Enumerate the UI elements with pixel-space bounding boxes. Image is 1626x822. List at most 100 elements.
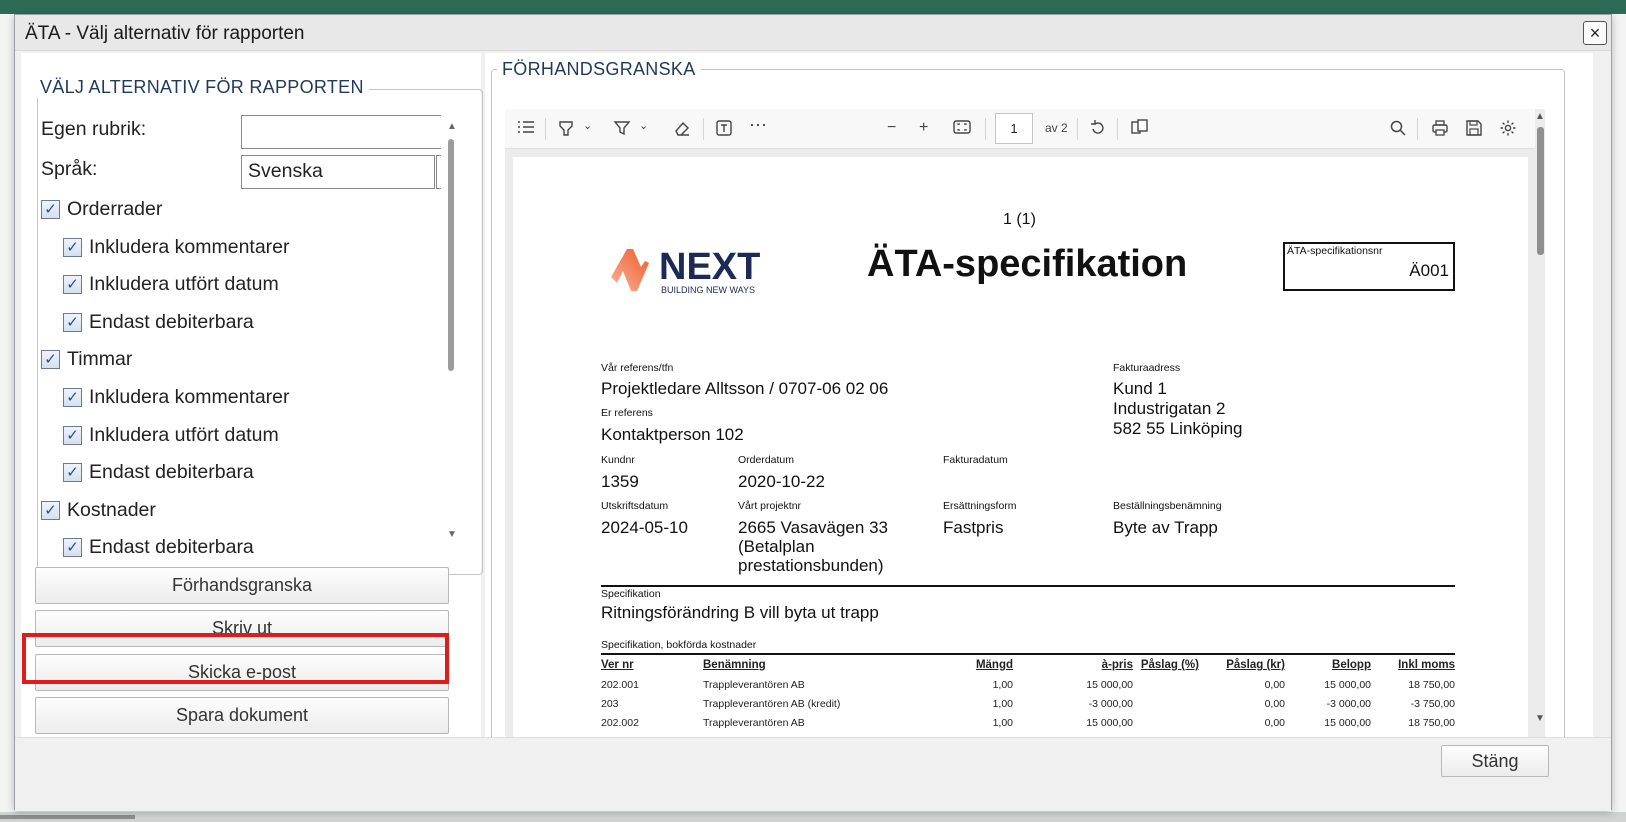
project-value-line3: prestationsbunden): [738, 556, 884, 575]
checkbox[interactable]: ✓: [41, 200, 60, 219]
table-cell: 15 000,00: [1324, 717, 1371, 729]
scroll-up-icon[interactable]: ▲: [1535, 111, 1545, 122]
eraser-icon[interactable]: [673, 119, 691, 142]
rotate-icon[interactable]: [1089, 119, 1107, 142]
table-cell: -3 000,00: [1088, 698, 1133, 710]
print-icon[interactable]: [1431, 119, 1449, 142]
table-cell: 202.001: [601, 679, 639, 691]
specification-label: Specifikation: [601, 588, 661, 600]
save-document-button[interactable]: Spara dokument: [35, 697, 449, 734]
print-date-label: Utskriftsdatum: [601, 500, 669, 512]
app-header-bar: [0, 0, 1626, 14]
options-scrollbar[interactable]: ▲ ▼: [445, 121, 457, 540]
zoom-in-icon[interactable]: +: [919, 119, 928, 137]
option-label: Inkludera utfört datum: [89, 273, 279, 296]
scroll-down-icon[interactable]: ▼: [1535, 713, 1545, 724]
email-button-highlight: [22, 633, 449, 684]
table-cell: Trappleverantören AB (kredit): [703, 698, 841, 710]
scroll-thumb[interactable]: [448, 139, 454, 371]
option-row[interactable]: ✓ Kostnader: [41, 499, 421, 525]
search-icon[interactable]: [1389, 119, 1407, 142]
table-cell: 0,00: [1264, 717, 1285, 729]
option-row[interactable]: ✓ Orderrader: [41, 198, 421, 224]
table-cell: 0,00: [1264, 679, 1285, 691]
pdf-scrollbar[interactable]: ▲ ▼: [1535, 109, 1545, 741]
close-button[interactable]: Stäng: [1441, 745, 1549, 777]
language-select[interactable]: Svenska: [241, 155, 435, 189]
report-options-dialog: ÄTA - Välj alternativ för rapporten × VÄ…: [14, 14, 1612, 811]
option-row[interactable]: ✓ Inkludera kommentarer: [63, 236, 441, 262]
checkbox[interactable]: ✓: [41, 350, 60, 370]
table-cell: -3 750,00: [1410, 698, 1455, 710]
save-icon[interactable]: [1465, 119, 1483, 142]
highlight-icon[interactable]: [557, 119, 575, 142]
list-icon[interactable]: [517, 119, 535, 140]
table-cell: Trappleverantören AB: [703, 717, 805, 729]
option-row[interactable]: ✓ Endast debiterbara: [63, 461, 441, 487]
filter-icon[interactable]: [613, 119, 631, 142]
customer-no-label: Kundnr: [601, 454, 635, 466]
dialog-title: ÄTA - Välj alternativ för rapporten: [25, 23, 305, 44]
table-cell: 18 750,00: [1408, 717, 1455, 729]
scroll-up-icon[interactable]: ▲: [447, 121, 457, 132]
option-row[interactable]: ✓ Endast debiterbara: [63, 311, 441, 337]
logo-tagline: BUILDING NEW WAYS: [661, 285, 755, 295]
table-header: Belopp: [1332, 659, 1371, 671]
next-logo-icon: NEXT BUILDING NEW WAYS: [611, 246, 760, 295]
more-icon[interactable]: ⋯: [749, 115, 767, 136]
page-view-icon[interactable]: [1131, 119, 1149, 140]
spec-number-box: ÄTA-specifikationsnr Ä001: [1283, 242, 1455, 291]
table-cell: 202.002: [601, 717, 639, 729]
table-cell: 203: [601, 698, 619, 710]
settings-icon[interactable]: [1499, 119, 1517, 142]
checkbox[interactable]: ✓: [41, 500, 60, 520]
table-cell: 15 000,00: [1086, 679, 1133, 691]
page-number-input[interactable]: 1: [995, 113, 1033, 144]
checkbox[interactable]: ✓: [63, 425, 82, 445]
dialog-footer: [15, 737, 1611, 811]
checkbox[interactable]: ✓: [63, 275, 82, 295]
order-date-label: Orderdatum: [738, 454, 795, 466]
checkbox[interactable]: ✓: [63, 237, 82, 257]
table-header: Mängd: [975, 659, 1013, 671]
table-cell: 1,00: [992, 679, 1013, 691]
scroll-down-icon[interactable]: ▼: [447, 529, 457, 540]
table-cell: 1,00: [992, 717, 1013, 729]
option-label: Orderrader: [67, 198, 163, 220]
checkbox[interactable]: ✓: [63, 538, 82, 558]
our-ref-label: Vår referens/tfn: [601, 362, 674, 374]
table-header: Påslag (%): [1140, 659, 1199, 671]
table-cell: Trappleverantören AB: [703, 679, 805, 691]
option-label: Kostnader: [67, 498, 156, 521]
chevron-down-icon[interactable]: [436, 155, 441, 189]
checkbox[interactable]: ✓: [63, 312, 82, 332]
table-cell: 18 750,00: [1408, 679, 1455, 691]
option-row[interactable]: ✓ Inkludera utfört datum: [63, 273, 441, 299]
chevron-down-icon[interactable]: ⌄: [639, 119, 648, 132]
spec-number-label: ÄTA-specifikationsnr: [1287, 245, 1383, 257]
specification-value: Ritningsförändring B vill byta ut trapp: [601, 603, 879, 622]
fit-page-icon[interactable]: [953, 119, 971, 140]
option-row[interactable]: ✓ Inkludera utfört datum: [63, 424, 441, 450]
close-icon[interactable]: ×: [1583, 21, 1607, 45]
option-row[interactable]: ✓ Timmar: [41, 348, 421, 374]
customer-no-value: 1359: [601, 472, 639, 491]
zoom-out-icon[interactable]: −: [887, 119, 896, 137]
spec-number-value: Ä001: [1409, 261, 1449, 280]
checkbox[interactable]: ✓: [63, 463, 82, 483]
scroll-thumb[interactable]: [1537, 127, 1544, 255]
chevron-down-icon[interactable]: ⌄: [583, 119, 592, 132]
your-ref-label: Er referens: [601, 407, 653, 419]
page-count: av 2: [1045, 121, 1068, 135]
preview-button[interactable]: Förhandsgranska: [35, 567, 449, 604]
project-value-line2: (Betalplan: [738, 537, 815, 556]
checkbox[interactable]: ✓: [63, 388, 82, 407]
divider: [601, 585, 1455, 587]
your-ref-value: Kontaktperson 102: [601, 425, 744, 444]
option-row[interactable]: ✓ Inkludera kommentarer: [63, 386, 441, 412]
dialog-titlebar: ÄTA - Välj alternativ för rapporten ×: [15, 15, 1611, 51]
custom-title-input[interactable]: [241, 115, 441, 149]
option-label: Endast debiterbara: [89, 310, 254, 333]
option-row[interactable]: ✓ Endast debiterbara: [63, 536, 441, 562]
text-box-icon[interactable]: [715, 119, 733, 142]
